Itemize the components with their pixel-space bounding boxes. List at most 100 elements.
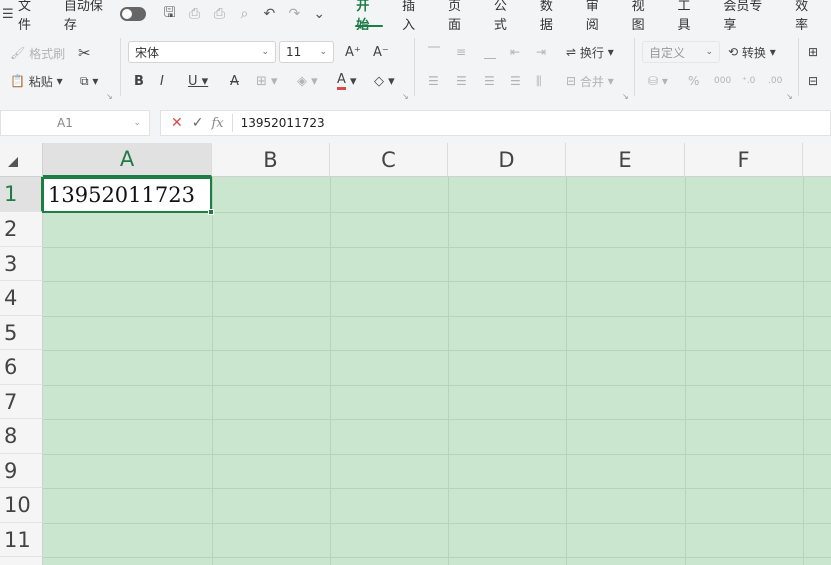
column-header-e[interactable]: E xyxy=(566,143,685,177)
row-header-2[interactable]: 2 xyxy=(0,212,43,247)
align-middle-icon[interactable]: ≡ xyxy=(456,41,466,63)
ribbon-divider xyxy=(798,38,799,96)
confirm-icon[interactable]: ✓ xyxy=(192,115,204,131)
cell-a1[interactable]: 13952011723 xyxy=(42,177,214,215)
currency-icon[interactable]: ⛁ ▾ xyxy=(648,70,668,92)
print-icon[interactable]: ⎙ xyxy=(210,6,230,22)
decrease-indent-icon[interactable]: ⇤ xyxy=(510,41,520,63)
row-header-4[interactable]: 4 xyxy=(0,281,43,316)
tab-insert[interactable]: 插入 xyxy=(392,0,438,33)
font-size-select[interactable]: 11 ⌄ xyxy=(279,41,334,63)
bold-icon[interactable]: B xyxy=(134,70,144,92)
select-all-corner[interactable] xyxy=(0,143,43,177)
redo-icon[interactable]: ↷ xyxy=(284,6,304,22)
distribute-icon[interactable]: ⫼ xyxy=(536,70,542,92)
decrease-font-icon[interactable]: A⁻ xyxy=(373,41,389,63)
clipboard-expand-icon[interactable]: ↘ xyxy=(106,92,113,101)
justify-icon[interactable]: ☰ xyxy=(510,70,521,92)
file-menu[interactable]: 文件 xyxy=(18,0,44,33)
tab-member[interactable]: 会员专享 xyxy=(713,0,785,33)
align-right-icon[interactable]: ☰ xyxy=(484,70,495,92)
undo-icon[interactable]: ↶ xyxy=(259,6,279,22)
alignment-expand-icon[interactable]: ↘ xyxy=(622,92,629,101)
tab-review[interactable]: 审阅 xyxy=(576,0,622,33)
chevron-down-icon: ⌄ xyxy=(261,47,269,57)
align-bottom-icon[interactable]: ⎽ xyxy=(484,41,496,63)
row-header-6[interactable]: 6 xyxy=(0,350,43,385)
tab-tools[interactable]: 工具 xyxy=(667,0,713,33)
tab-data[interactable]: 数据 xyxy=(530,0,576,33)
increase-indent-icon[interactable]: ⇥ xyxy=(536,41,546,63)
fill-handle[interactable] xyxy=(208,209,214,215)
gridline xyxy=(685,177,686,565)
table-style-icon[interactable]: ⊟ xyxy=(808,70,818,92)
tab-home[interactable]: 开始 xyxy=(346,0,392,33)
export-icon[interactable]: ⎙ xyxy=(185,6,205,22)
align-left-icon[interactable]: ☰ xyxy=(428,70,439,92)
row-header-5[interactable]: 5 xyxy=(0,316,43,350)
tab-page[interactable]: 页面 xyxy=(438,0,484,33)
column-header-f[interactable]: F xyxy=(685,143,803,177)
column-header-g[interactable] xyxy=(803,143,831,177)
conditional-format-icon[interactable]: ⊞ xyxy=(808,41,818,63)
autosave-toggle[interactable] xyxy=(119,7,146,21)
column-header-b[interactable]: B xyxy=(212,143,330,177)
insert-function-icon[interactable]: fx xyxy=(211,116,223,131)
row-header-8[interactable]: 8 xyxy=(0,419,43,454)
thousands-separator-icon[interactable]: 000 xyxy=(714,70,731,92)
convert-button[interactable]: ⟲ 转换 ▾ xyxy=(728,41,776,63)
fill-color-icon[interactable]: ◈ ▾ xyxy=(297,70,318,92)
tab-efficiency[interactable]: 效率 xyxy=(785,0,831,33)
tab-formula[interactable]: 公式 xyxy=(484,0,530,33)
gridline xyxy=(566,177,567,565)
row-header-10[interactable]: 10 xyxy=(0,488,43,523)
paste-icon: 📋 xyxy=(10,74,25,88)
align-top-icon[interactable]: ⎺ xyxy=(428,41,440,63)
cancel-icon[interactable]: ✕ xyxy=(171,115,183,131)
column-header-d[interactable]: D xyxy=(448,143,566,177)
italic-icon[interactable]: I xyxy=(160,70,164,92)
row-header-7[interactable]: 7 xyxy=(0,385,43,419)
row-header-3[interactable]: 3 xyxy=(0,247,43,281)
format-painter-button[interactable]: 🖌 格式刷 xyxy=(10,42,65,64)
font-size-value: 11 xyxy=(286,45,302,59)
number-format-select[interactable]: 自定义 ⌄ xyxy=(642,41,720,63)
spreadsheet-grid[interactable]: A B C D E F 1 2 3 4 5 6 7 8 9 10 11 12 1… xyxy=(0,143,831,565)
font-name-select[interactable]: 宋体 ⌄ xyxy=(128,41,276,63)
formula-input[interactable]: 13952011723 xyxy=(241,116,325,130)
paste-button[interactable]: 📋 粘贴 ▾ xyxy=(10,70,63,92)
row-header-12[interactable]: 12 xyxy=(0,557,43,565)
column-header-c[interactable]: C xyxy=(330,143,448,177)
autosave-label: 自动保存 xyxy=(63,0,103,33)
align-center-icon[interactable]: ☰ xyxy=(456,70,467,92)
chevron-down-icon: ⌄ xyxy=(705,47,713,57)
save-icon[interactable]: 🖫 xyxy=(160,2,180,26)
merge-button[interactable]: ⊟ 合并 ▾ xyxy=(566,70,614,92)
row-header-11[interactable]: 11 xyxy=(0,523,43,557)
tab-view[interactable]: 视图 xyxy=(622,0,668,33)
font-color-icon[interactable]: A ▾ xyxy=(337,70,357,92)
quick-access-dropdown-icon[interactable]: ⌄ xyxy=(309,6,329,22)
font-name-value: 宋体 xyxy=(135,45,160,60)
increase-decimal-icon[interactable]: ⁺.0 xyxy=(742,70,755,92)
clear-format-icon[interactable]: ◇ ▾ xyxy=(374,70,395,92)
font-expand-icon[interactable]: ↘ xyxy=(402,92,409,101)
percent-icon[interactable]: % xyxy=(688,70,699,92)
column-header-a[interactable]: A xyxy=(43,143,212,177)
wrap-text-button[interactable]: ⇌ 换行 ▾ xyxy=(566,41,614,63)
number-expand-icon[interactable]: ↘ xyxy=(786,92,793,101)
increase-font-icon[interactable]: A⁺ xyxy=(345,41,361,63)
underline-icon[interactable]: U ▾ xyxy=(188,70,208,92)
menu-icon[interactable]: ☰ xyxy=(2,0,14,28)
row-header-9[interactable]: 9 xyxy=(0,454,43,488)
strikethrough-icon[interactable]: A xyxy=(230,70,239,92)
formula-bar: A1 ⌄ ✕ ✓ fx 13952011723 xyxy=(0,108,831,138)
cut-icon[interactable]: ✂ xyxy=(78,42,91,64)
chevron-down-icon: ⌄ xyxy=(133,118,141,128)
borders-icon[interactable]: ⊞ ▾ xyxy=(256,70,278,92)
copy-icon[interactable]: ⧉ ▾ xyxy=(80,70,98,92)
name-box[interactable]: A1 ⌄ xyxy=(0,110,150,136)
row-header-1[interactable]: 1 xyxy=(0,177,43,212)
print-preview-icon[interactable]: ⌕ xyxy=(235,6,255,22)
decrease-decimal-icon[interactable]: .00 xyxy=(768,70,782,92)
